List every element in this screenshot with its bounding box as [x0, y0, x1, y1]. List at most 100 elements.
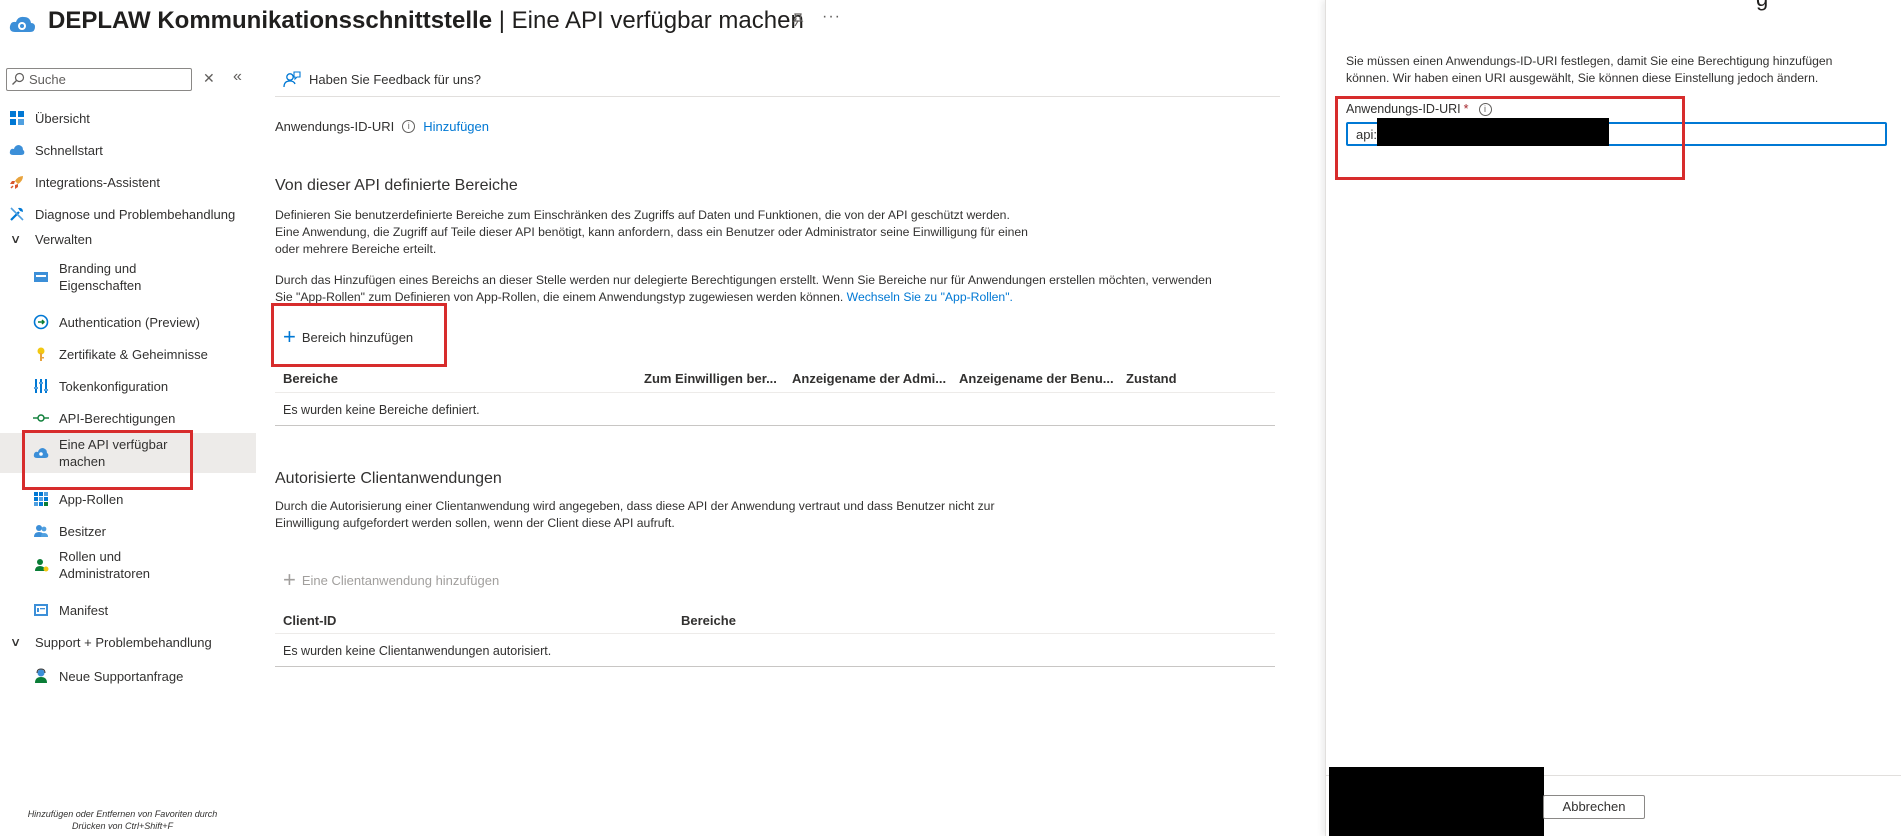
- sidebar-item-new-support-request[interactable]: Neue Supportanfrage: [0, 665, 256, 687]
- clients-section-title: Autorisierte Clientanwendungen: [275, 470, 502, 487]
- sidebar-item-roles-admins[interactable]: Rollen und Administratoren: [0, 548, 256, 582]
- sidebar-item-authentication[interactable]: Authentication (Preview): [0, 311, 256, 333]
- column-header[interactable]: Zum Einwilligen ber...: [644, 371, 777, 386]
- scopes-description-line: Eine Anwendung, die Zugriff auf Teile di…: [275, 225, 1028, 239]
- sidebar-item-label: Diagnose und Problembehandlung: [35, 206, 236, 222]
- collapse-sidebar-icon[interactable]: «: [233, 68, 242, 86]
- manifest-icon: [34, 604, 48, 616]
- sidebar-item-manifest[interactable]: Manifest: [0, 599, 256, 621]
- redaction-block: [1377, 118, 1609, 146]
- panel-description-line: können. Wir haben einen URI ausgewählt, …: [1346, 71, 1819, 85]
- sidebar-item-expose-api[interactable]: Eine API verfügbar machen: [0, 433, 256, 473]
- rocket-icon: [10, 176, 23, 189]
- search-icon: [12, 72, 25, 85]
- page-title: DEPLAW Kommunikationsschnittstelle | Ein…: [48, 7, 804, 35]
- sidebar-group-label: Verwalten: [35, 231, 93, 247]
- sidebar-group-manage[interactable]: ∨ Verwalten: [0, 228, 256, 250]
- sidebar-item-overview[interactable]: Übersicht: [0, 107, 256, 129]
- sidebar: ✕ « Übersicht Schnellstart Integrations-…: [0, 60, 256, 836]
- sidebar-item-token-config[interactable]: Tokenkonfiguration: [0, 375, 256, 397]
- page-title-app-name: DEPLAW Kommunikationsschnittstelle: [48, 7, 493, 34]
- scopes-description-line: Definieren Sie benutzerdefinierte Bereic…: [275, 208, 1010, 222]
- plus-icon: +: [283, 324, 296, 349]
- column-header[interactable]: Bereiche: [283, 371, 338, 386]
- favorites-hint-line1: Hinzufügen oder Entfernen von Favoriten …: [27, 809, 218, 819]
- overview-grid-icon: [10, 111, 24, 125]
- sidebar-group-support[interactable]: ∨ Support + Problembehandlung: [0, 631, 256, 653]
- scopes-delegated-note: Durch das Hinzufügen eines Bereichs an d…: [275, 272, 1285, 306]
- app-roles-grid-icon: [34, 492, 48, 506]
- scopes-description-line: oder mehrere Bereiche erteilt.: [275, 242, 437, 256]
- clients-description-line: Durch die Autorisierung einer Clientanwe…: [275, 499, 995, 513]
- app-id-uri-label: Anwendungs-ID-URI: [275, 119, 395, 134]
- sidebar-item-label: Übersicht: [35, 110, 90, 126]
- scopes-section-title: Von dieser API definierte Bereiche: [275, 177, 518, 194]
- sidebar-item-label: Tokenkonfiguration: [59, 378, 169, 394]
- owners-icon: [34, 525, 48, 537]
- redaction-block: [1377, 118, 1407, 124]
- clients-empty-text: Es wurden keine Clientanwendungen autori…: [283, 644, 552, 658]
- scopes-empty-text: Es wurden keine Bereiche definiert.: [283, 403, 480, 417]
- app-id-uri-field-label: Anwendungs-ID-URI * i: [1346, 102, 1500, 116]
- panel-description-line: Sie müssen einen Anwendungs-ID-URI festl…: [1346, 54, 1833, 68]
- info-icon[interactable]: i: [1478, 102, 1492, 116]
- more-options-icon[interactable]: ···: [822, 8, 841, 26]
- switch-to-app-roles-link[interactable]: Wechseln Sie zu "App-Rollen".: [847, 290, 1013, 304]
- redaction-block: [1329, 767, 1544, 836]
- feedback-button[interactable]: Haben Sie Feedback für uns?: [283, 70, 481, 88]
- clear-search-icon[interactable]: ✕: [203, 70, 215, 87]
- authentication-icon: [33, 314, 49, 330]
- scopes-note-text: Sie "App-Rollen" zum Definieren von App-…: [275, 290, 844, 304]
- sidebar-search-input[interactable]: [29, 71, 187, 88]
- sidebar-item-diagnose[interactable]: Diagnose und Problembehandlung: [0, 203, 256, 225]
- sidebar-item-integration-assistant[interactable]: Integrations-Assistent: [0, 171, 256, 193]
- column-header[interactable]: Anzeigename der Admi...: [792, 371, 946, 386]
- set-app-id-uri-panel: g Sie müssen einen Anwendungs-ID-URI fes…: [1325, 0, 1901, 836]
- add-scope-button[interactable]: + Bereich hinzufügen: [283, 324, 414, 349]
- favorites-hint-line2: Drücken von Ctrl+Shift+F: [71, 821, 174, 831]
- sidebar-search-box[interactable]: [6, 68, 192, 91]
- column-header[interactable]: Bereiche: [681, 613, 736, 628]
- clients-description-line: Einwilligung aufgefordert werden sollen,…: [275, 516, 675, 530]
- roles-admins-icon: [35, 559, 49, 572]
- header-divider: [275, 96, 1280, 97]
- scopes-note-line: Durch das Hinzufügen eines Bereichs an d…: [275, 273, 1212, 287]
- app-id-uri-row: Anwendungs-ID-URI i Hinzufügen: [275, 119, 489, 134]
- plus-icon: +: [283, 567, 296, 592]
- support-person-icon: [35, 668, 47, 683]
- sidebar-item-label: Authentication (Preview): [59, 314, 200, 330]
- sidebar-item-quickstart[interactable]: Schnellstart: [0, 139, 256, 161]
- sidebar-item-label: Zertifikate & Geheimnisse: [59, 346, 208, 362]
- cancel-button[interactable]: Abbrechen: [1543, 795, 1645, 819]
- sidebar-item-branding[interactable]: Branding und Eigenschaften: [0, 260, 256, 294]
- sidebar-item-certificates[interactable]: Zertifikate & Geheimnisse: [0, 343, 256, 365]
- scopes-description: Definieren Sie benutzerdefinierte Bereic…: [275, 207, 1275, 258]
- expose-api-cloud-icon: [33, 448, 49, 458]
- sidebar-item-label: Rollen und Administratoren: [59, 549, 151, 581]
- app-registration-cloud-icon: [9, 16, 35, 32]
- panel-description: Sie müssen einen Anwendungs-ID-URI festl…: [1346, 53, 1886, 87]
- feedback-person-icon: [283, 71, 301, 88]
- add-client-application-button[interactable]: + Eine Clientanwendung hinzufügen: [283, 567, 499, 592]
- chevron-down-icon: ∨: [9, 232, 22, 246]
- page-title-section: | Eine API verfügbar machen: [492, 7, 804, 34]
- add-scope-label: Bereich hinzufügen: [301, 329, 414, 345]
- pin-icon[interactable]: [790, 12, 806, 28]
- sidebar-item-owners[interactable]: Besitzer: [0, 520, 256, 542]
- sidebar-item-label: Eine API verfügbar machen: [59, 437, 168, 469]
- column-header[interactable]: Anzeigename der Benu...: [959, 371, 1114, 386]
- column-header[interactable]: Zustand: [1126, 371, 1177, 386]
- sidebar-item-label: API-Berechtigungen: [59, 410, 176, 426]
- sidebar-item-api-permissions[interactable]: API-Berechtigungen: [0, 407, 256, 429]
- sidebar-item-label: Manifest: [59, 602, 109, 618]
- panel-title: g: [1756, 0, 1768, 12]
- app-id-uri-add-link[interactable]: Hinzufügen: [423, 119, 489, 134]
- clients-description: Durch die Autorisierung einer Clientanwe…: [275, 498, 1275, 532]
- info-icon[interactable]: i: [402, 120, 416, 133]
- sidebar-item-label: App-Rollen: [59, 491, 124, 507]
- token-bars-icon: [34, 379, 48, 393]
- sidebar-item-app-roles[interactable]: App-Rollen: [0, 488, 256, 510]
- column-header[interactable]: Client-ID: [283, 613, 336, 628]
- key-icon: [37, 347, 45, 361]
- sidebar-item-label: Integrations-Assistent: [35, 174, 161, 190]
